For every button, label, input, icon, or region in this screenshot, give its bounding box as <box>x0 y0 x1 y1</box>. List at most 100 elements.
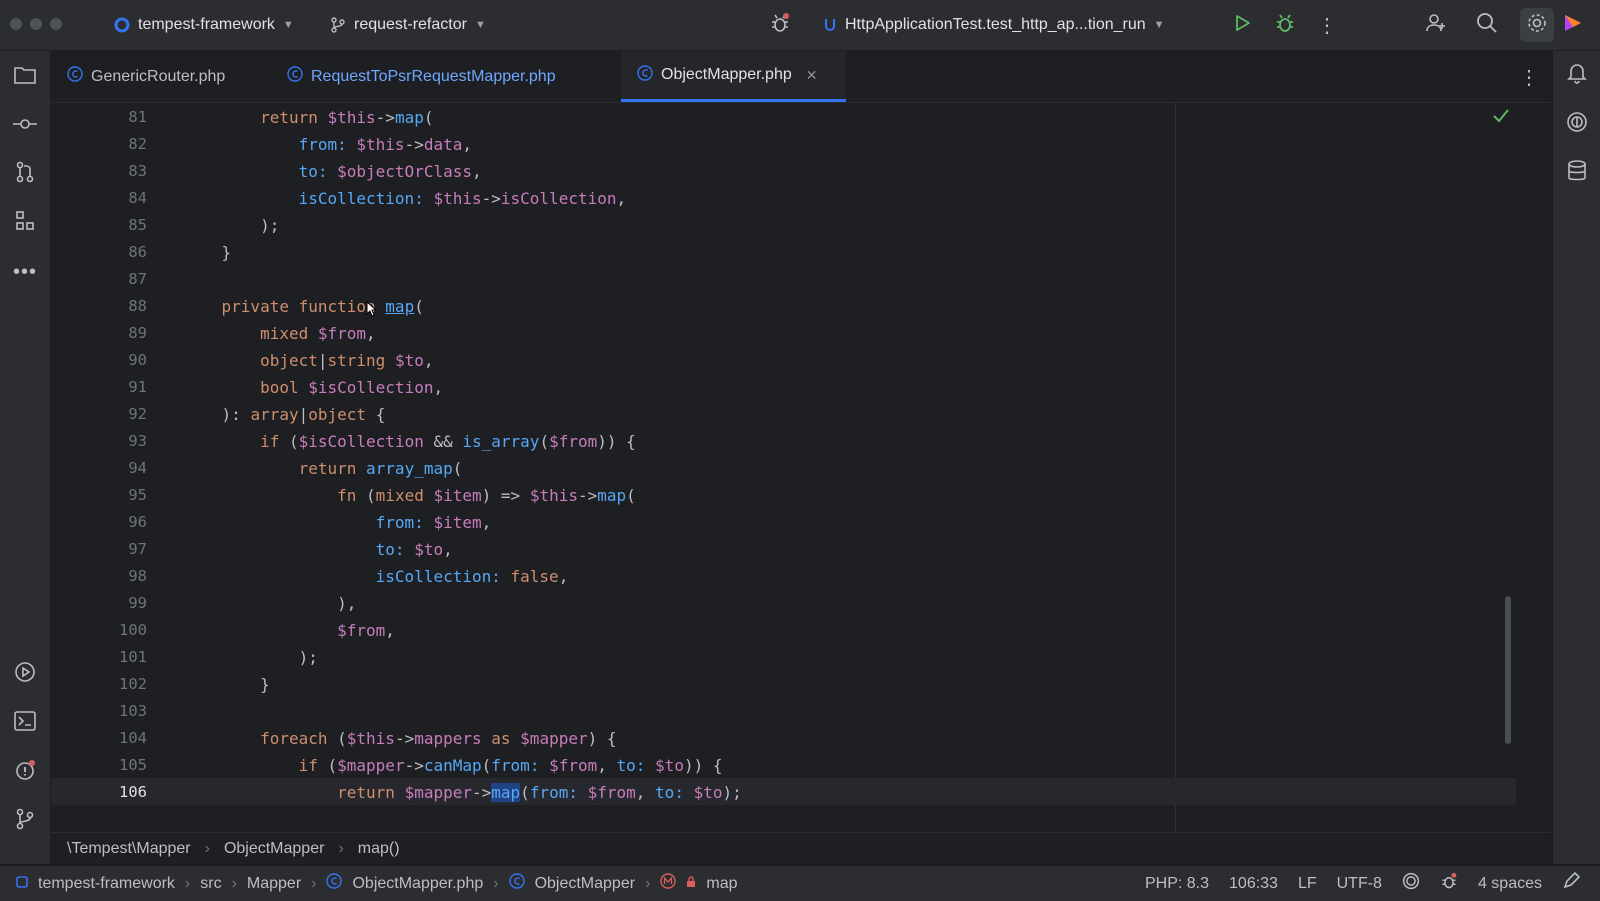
debug-settings-button[interactable] <box>763 8 797 42</box>
code-line[interactable]: ), <box>183 594 356 613</box>
commit-tool-button[interactable] <box>9 110 41 142</box>
line-number[interactable]: 95 <box>51 486 147 504</box>
code-line[interactable]: } <box>183 675 270 694</box>
code-line[interactable]: bool $isCollection, <box>183 378 443 397</box>
project-tool-button[interactable] <box>9 61 41 93</box>
problems-tool-button[interactable] <box>9 756 41 788</box>
line-number[interactable]: 96 <box>51 513 147 531</box>
git-tool-button[interactable] <box>9 805 41 837</box>
path-file[interactable]: ObjectMapper.php <box>352 875 483 893</box>
code-line[interactable]: to: $objectOrClass, <box>183 162 482 181</box>
search-everywhere-button[interactable] <box>1470 8 1504 42</box>
line-number[interactable]: 93 <box>51 432 147 450</box>
line-number[interactable]: 84 <box>51 189 147 207</box>
code-line[interactable]: isCollection: false, <box>183 567 569 586</box>
line-number[interactable]: 104 <box>51 729 147 747</box>
encoding-widget[interactable]: UTF-8 <box>1337 875 1382 893</box>
line-number[interactable]: 82 <box>51 135 147 153</box>
code-line[interactable]: from: $item, <box>183 513 492 532</box>
tab-request-to-psr-request-mapper[interactable]: RequestToPsrRequestMapper.php <box>271 51 611 102</box>
breadcrumb-method[interactable]: map() <box>358 840 400 858</box>
tab-object-mapper[interactable]: ObjectMapper.php ✕ <box>621 51 846 102</box>
code-line[interactable]: isCollection: $this->isCollection, <box>183 189 627 208</box>
path-class[interactable]: ObjectMapper <box>535 875 636 893</box>
window-controls[interactable] <box>10 18 62 30</box>
maximize-window-button[interactable] <box>50 18 62 30</box>
tab-generic-router[interactable]: GenericRouter.php <box>51 51 275 102</box>
line-number[interactable]: 92 <box>51 405 147 423</box>
minimize-window-button[interactable] <box>30 18 42 30</box>
close-icon[interactable]: ✕ <box>806 67 818 84</box>
tab-options-button[interactable]: ⋮ <box>1519 65 1539 90</box>
more-actions-button[interactable]: ⋮ <box>1310 8 1344 42</box>
line-number[interactable]: 83 <box>51 162 147 180</box>
path-src[interactable]: src <box>200 875 221 893</box>
run-configuration-selector[interactable]: HttpApplicationTest.test_http_ap...tion_… <box>823 0 1165 50</box>
code-line[interactable]: from: $this->data, <box>183 135 472 154</box>
line-number[interactable]: 102 <box>51 675 147 693</box>
code-line[interactable]: to: $to, <box>183 540 453 559</box>
code-line[interactable]: mixed $from, <box>183 324 376 343</box>
code-line[interactable]: foreach ($this->mappers as $mapper) { <box>183 729 616 748</box>
run-button[interactable] <box>1225 8 1259 42</box>
code-line[interactable]: $from, <box>183 621 395 640</box>
database-tool-button[interactable] <box>1561 157 1593 189</box>
line-number[interactable]: 106 <box>51 783 147 801</box>
line-number[interactable]: 100 <box>51 621 147 639</box>
breadcrumb-namespace[interactable]: \Tempest\Mapper <box>67 840 191 858</box>
line-number[interactable]: 99 <box>51 594 147 612</box>
indent-widget[interactable]: 4 spaces <box>1478 875 1542 893</box>
php-version-widget[interactable]: PHP: 8.3 <box>1145 875 1209 893</box>
path-mapper[interactable]: Mapper <box>247 875 301 893</box>
cursor-position-widget[interactable]: 106:33 <box>1229 875 1278 893</box>
line-number[interactable]: 87 <box>51 270 147 288</box>
project-selector[interactable]: tempest-framework ▼ <box>114 0 294 50</box>
branch-selector[interactable]: request-refactor ▼ <box>330 0 486 50</box>
line-number[interactable]: 85 <box>51 216 147 234</box>
path-project[interactable]: tempest-framework <box>38 875 175 893</box>
code-line[interactable]: object|string $to, <box>183 351 433 370</box>
code-line[interactable]: ): array|object { <box>183 405 386 424</box>
code-line[interactable]: if ($isCollection && is_array($from)) { <box>183 432 636 451</box>
structure-tool-button[interactable] <box>9 207 41 239</box>
code-line[interactable]: return array_map( <box>183 459 463 478</box>
more-tools-button[interactable]: ••• <box>9 256 41 288</box>
code-editor[interactable]: 81 82 83 84 85 86 87 88 89 90 91 92 93 94 95 96 97 98 99 10… <box>51 103 1551 831</box>
line-number[interactable]: 97 <box>51 540 147 558</box>
code-line[interactable]: ); <box>183 216 279 235</box>
close-window-button[interactable] <box>10 18 22 30</box>
no-problems-icon[interactable] <box>1493 109 1509 128</box>
pull-requests-tool-button[interactable] <box>9 158 41 190</box>
debug-button[interactable] <box>1268 8 1302 42</box>
services-tool-button[interactable] <box>9 658 41 690</box>
settings-button[interactable] <box>1520 8 1554 42</box>
path-method[interactable]: map <box>706 875 737 893</box>
code-line[interactable]: return $mapper->map(from: $from, to: $to… <box>183 783 742 802</box>
line-number[interactable]: 81 <box>51 108 147 126</box>
line-number[interactable]: 98 <box>51 567 147 585</box>
code-with-me-button[interactable] <box>1419 8 1453 42</box>
line-number[interactable]: 89 <box>51 324 147 342</box>
code-line[interactable]: private function map( <box>183 297 424 316</box>
breadcrumb-class[interactable]: ObjectMapper <box>224 840 325 858</box>
read-only-toggle-icon[interactable] <box>1562 871 1581 895</box>
code-line[interactable]: fn (mixed $item) => $this->map( <box>183 486 636 505</box>
line-number[interactable]: 91 <box>51 378 147 396</box>
code-line[interactable]: return $this->map( <box>183 108 433 127</box>
line-number[interactable]: 90 <box>51 351 147 369</box>
code-line[interactable]: if ($mapper->canMap(from: $from, to: $to… <box>183 756 723 775</box>
debugger-status-icon[interactable] <box>1440 872 1458 895</box>
ai-assistant-status-icon[interactable] <box>1402 872 1420 895</box>
line-number[interactable]: 103 <box>51 702 147 720</box>
notifications-button[interactable] <box>1561 59 1593 91</box>
line-number[interactable]: 94 <box>51 459 147 477</box>
terminal-tool-button[interactable] <box>9 707 41 739</box>
code-line[interactable]: ); <box>183 648 318 667</box>
ai-assistant-button[interactable] <box>1561 108 1593 140</box>
vertical-scrollbar[interactable] <box>1505 596 1511 744</box>
code-line[interactable]: } <box>183 243 232 262</box>
line-number[interactable]: 105 <box>51 756 147 774</box>
line-number[interactable]: 86 <box>51 243 147 261</box>
line-number[interactable]: 101 <box>51 648 147 666</box>
line-ending-widget[interactable]: LF <box>1298 875 1317 893</box>
